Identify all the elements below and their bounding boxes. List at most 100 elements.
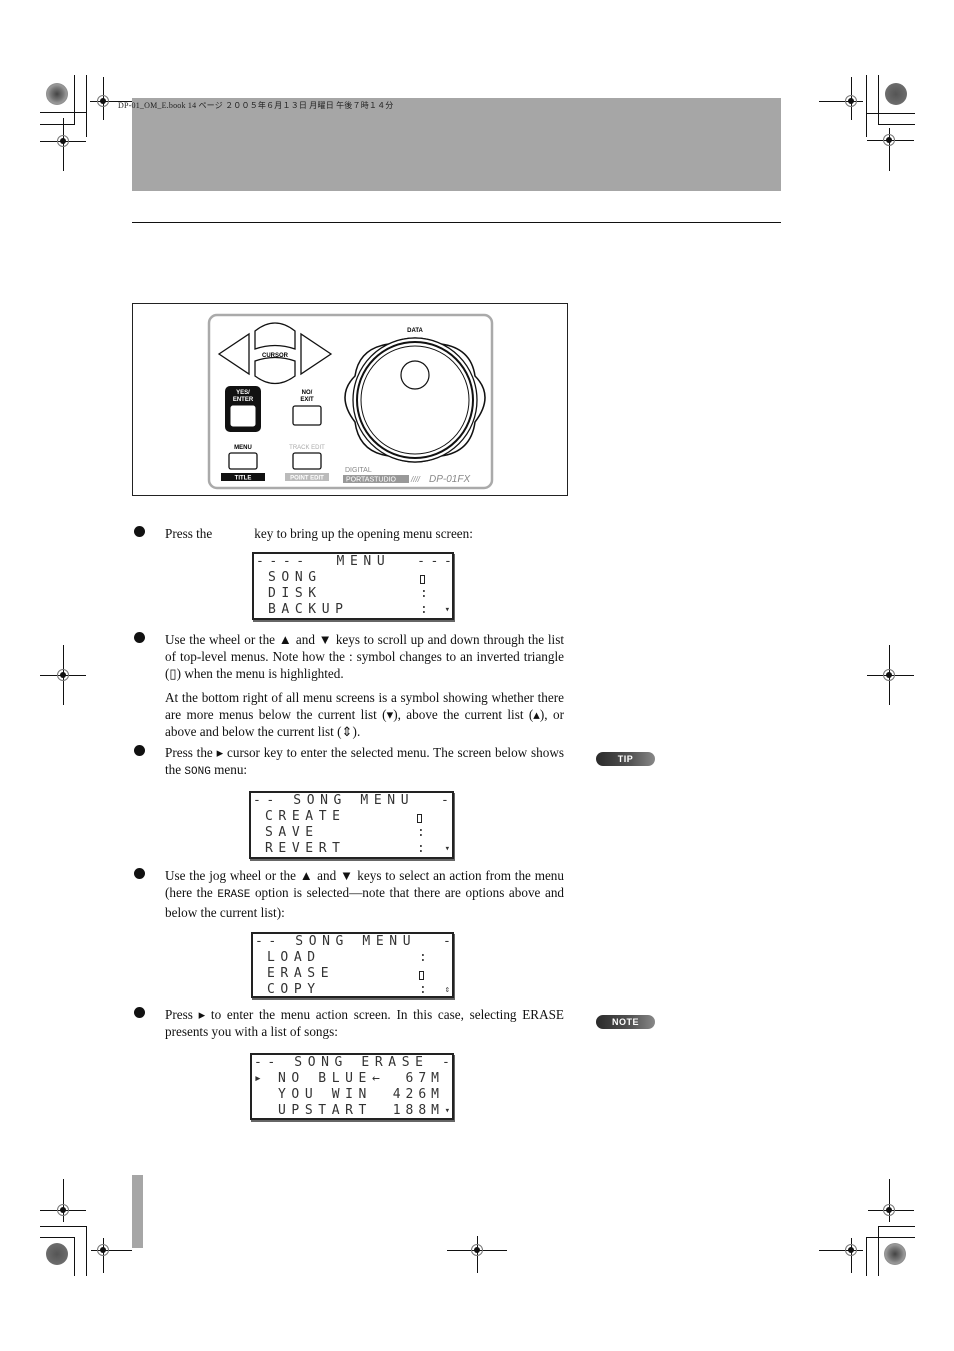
registration-mark-icon bbox=[57, 669, 69, 681]
lcd-item-marker: : bbox=[417, 841, 431, 856]
lcd-item-label: COPY bbox=[267, 982, 321, 997]
lcd-title: -- SONG MENU -- bbox=[253, 793, 454, 808]
step-3-text: Press the ▸ cursor key to enter the sele… bbox=[165, 745, 564, 778]
bullet bbox=[134, 868, 145, 879]
panel-label: DATA bbox=[407, 328, 423, 334]
panel-label: TRACK EDIT bbox=[289, 445, 325, 451]
panel-label: EXIT bbox=[300, 397, 314, 403]
lcd-song-name: YOU WIN bbox=[278, 1087, 372, 1102]
scroll-indicator-icon: ▾ bbox=[444, 844, 450, 854]
panel-label: ENTER bbox=[233, 397, 254, 403]
registration-mark-icon bbox=[57, 135, 69, 147]
lcd-menu-row: YOU WIN 426M bbox=[254, 1087, 452, 1103]
lcd-item-marker: : bbox=[420, 586, 434, 601]
lcd-song-name: NO BLUE← bbox=[278, 1071, 386, 1086]
note-label: NOTE bbox=[596, 1015, 655, 1029]
cursor-label: CURSOR bbox=[262, 353, 289, 359]
lcd-menu-row: ERASE bbox=[255, 966, 452, 982]
step-4-text: Use the jog wheel or the ▲ and ▼ keys to… bbox=[165, 868, 565, 920]
lcd-item-marker: : bbox=[419, 982, 433, 997]
cursor-up-key bbox=[254, 322, 296, 350]
lcd-item-label: SONG bbox=[268, 570, 322, 585]
panel-label: //// bbox=[410, 475, 421, 484]
lcd-menu-row: ▸ NO BLUE← 67M bbox=[254, 1071, 452, 1087]
registration-mark-icon bbox=[845, 95, 857, 107]
registration-target-icon bbox=[885, 83, 907, 105]
lcd-item-marker: : bbox=[420, 602, 434, 617]
registration-mark-icon bbox=[471, 1244, 483, 1256]
data-wheel-finger-dimple bbox=[400, 360, 430, 390]
lcd-menu-row: UPSTART 188M ▾ bbox=[254, 1103, 452, 1118]
step-2-text: Use the wheel or the ▲ and ▼ keys to scr… bbox=[165, 632, 564, 681]
panel-label: DIGITAL bbox=[345, 467, 372, 474]
step-5-text: Press ▸ to enter the menu action screen.… bbox=[165, 1007, 564, 1039]
header-band bbox=[132, 98, 781, 191]
lcd-item-label: LOAD bbox=[267, 950, 321, 965]
lcd-song-menu-erase-screen: -- SONG MENU -- LOAD: ERASE COPY: ⇕ bbox=[251, 932, 454, 998]
panel-label: TITLE bbox=[235, 476, 252, 482]
panel-label: POINT EDIT bbox=[290, 476, 324, 482]
page-tab-bar bbox=[132, 1175, 143, 1248]
lcd-menu-row: BACKUP: ▾ bbox=[256, 602, 452, 618]
panel-label: DP-01FX bbox=[429, 474, 470, 485]
track-edit-key bbox=[292, 452, 322, 470]
lcd-song-menu-screen: -- SONG MENU -- CREATE SAVE: REVERT: ▾ bbox=[249, 791, 454, 859]
lcd-menu-screen: ---- MENU ---- SONG DISK: BACKUP: ▾ bbox=[252, 552, 454, 620]
lcd-song-erase-screen: -- SONG ERASE -- ▸ NO BLUE← 67M YOU WIN 426M U… bbox=[250, 1053, 454, 1120]
lcd-menu-row: DISK: bbox=[256, 586, 452, 602]
lcd-menu-row: LOAD: bbox=[255, 950, 452, 966]
bullet bbox=[134, 745, 145, 756]
lcd-menu-row: SAVE: bbox=[253, 825, 452, 841]
lcd-pointer: ▸ bbox=[254, 1071, 268, 1086]
lcd-menu-row: CREATE bbox=[253, 809, 452, 825]
lcd-item-label: ERASE bbox=[267, 966, 335, 981]
print-slug: DP-01_OM_E.book 14 ページ ２００５年６月１３日 月曜日 午後… bbox=[118, 101, 394, 110]
step-1-text: Press the key to bring up the opening men… bbox=[165, 526, 473, 541]
registration-mark-icon bbox=[57, 1204, 69, 1216]
lcd-song-size: 426M bbox=[392, 1087, 444, 1102]
registration-mark-icon bbox=[883, 669, 895, 681]
panel-label: MENU bbox=[234, 445, 252, 451]
registration-mark-icon bbox=[845, 1244, 857, 1256]
lcd-item-label: REVERT bbox=[265, 841, 346, 856]
registration-mark-icon bbox=[97, 1244, 109, 1256]
lcd-song-name: UPSTART bbox=[278, 1103, 372, 1118]
lcd-title: ---- MENU ---- bbox=[256, 554, 454, 569]
lcd-item-marker: : bbox=[417, 825, 431, 840]
panel-label: NO/ bbox=[302, 390, 313, 396]
lcd-song-size: 188M bbox=[392, 1103, 444, 1118]
registration-mark-icon bbox=[883, 134, 895, 146]
bullet bbox=[134, 1007, 145, 1018]
header-rule bbox=[132, 222, 781, 223]
lcd-song-size: 67M bbox=[405, 1071, 444, 1086]
no-exit-key bbox=[292, 405, 322, 426]
control-panel-illustration: CURSOR YES/ ENTER NO/ EXIT MENU TITLE TR… bbox=[207, 313, 494, 490]
registration-target-icon bbox=[884, 1243, 906, 1265]
lcd-item-label: SAVE bbox=[265, 825, 319, 840]
lcd-menu-row: SONG bbox=[256, 570, 452, 586]
tip-label: TIP bbox=[596, 752, 655, 766]
lcd-title: -- SONG MENU -- bbox=[255, 934, 454, 949]
control-panel-figure: CURSOR YES/ ENTER NO/ EXIT MENU TITLE TR… bbox=[132, 303, 568, 496]
registration-target-icon bbox=[46, 83, 68, 105]
lcd-item-marker: : bbox=[419, 950, 433, 965]
scroll-indicator-icon: ▾ bbox=[444, 605, 450, 615]
menu-key bbox=[228, 452, 258, 470]
scroll-indicator-icon: ▾ bbox=[444, 1106, 450, 1116]
data-wheel bbox=[352, 337, 478, 463]
lcd-item-label: BACKUP bbox=[268, 602, 349, 617]
lcd-menu-row: REVERT: ▾ bbox=[253, 841, 452, 857]
bullet bbox=[134, 526, 145, 537]
registration-mark-icon bbox=[883, 1204, 895, 1216]
lcd-item-label: DISK bbox=[268, 586, 322, 601]
cursor-down-key bbox=[254, 356, 296, 385]
panel-label: YES/ bbox=[236, 390, 250, 396]
registration-target-icon bbox=[46, 1243, 68, 1265]
lcd-item-label: CREATE bbox=[265, 809, 346, 824]
panel-label: PORTASTUDIO bbox=[346, 477, 396, 484]
step-2-note: At the bottom right of all menu screens … bbox=[165, 690, 564, 739]
bullet bbox=[134, 632, 145, 643]
lcd-title: -- SONG ERASE -- bbox=[254, 1055, 454, 1070]
registration-mark-icon bbox=[97, 95, 109, 107]
lcd-menu-row: COPY: ⇕ bbox=[255, 982, 452, 997]
